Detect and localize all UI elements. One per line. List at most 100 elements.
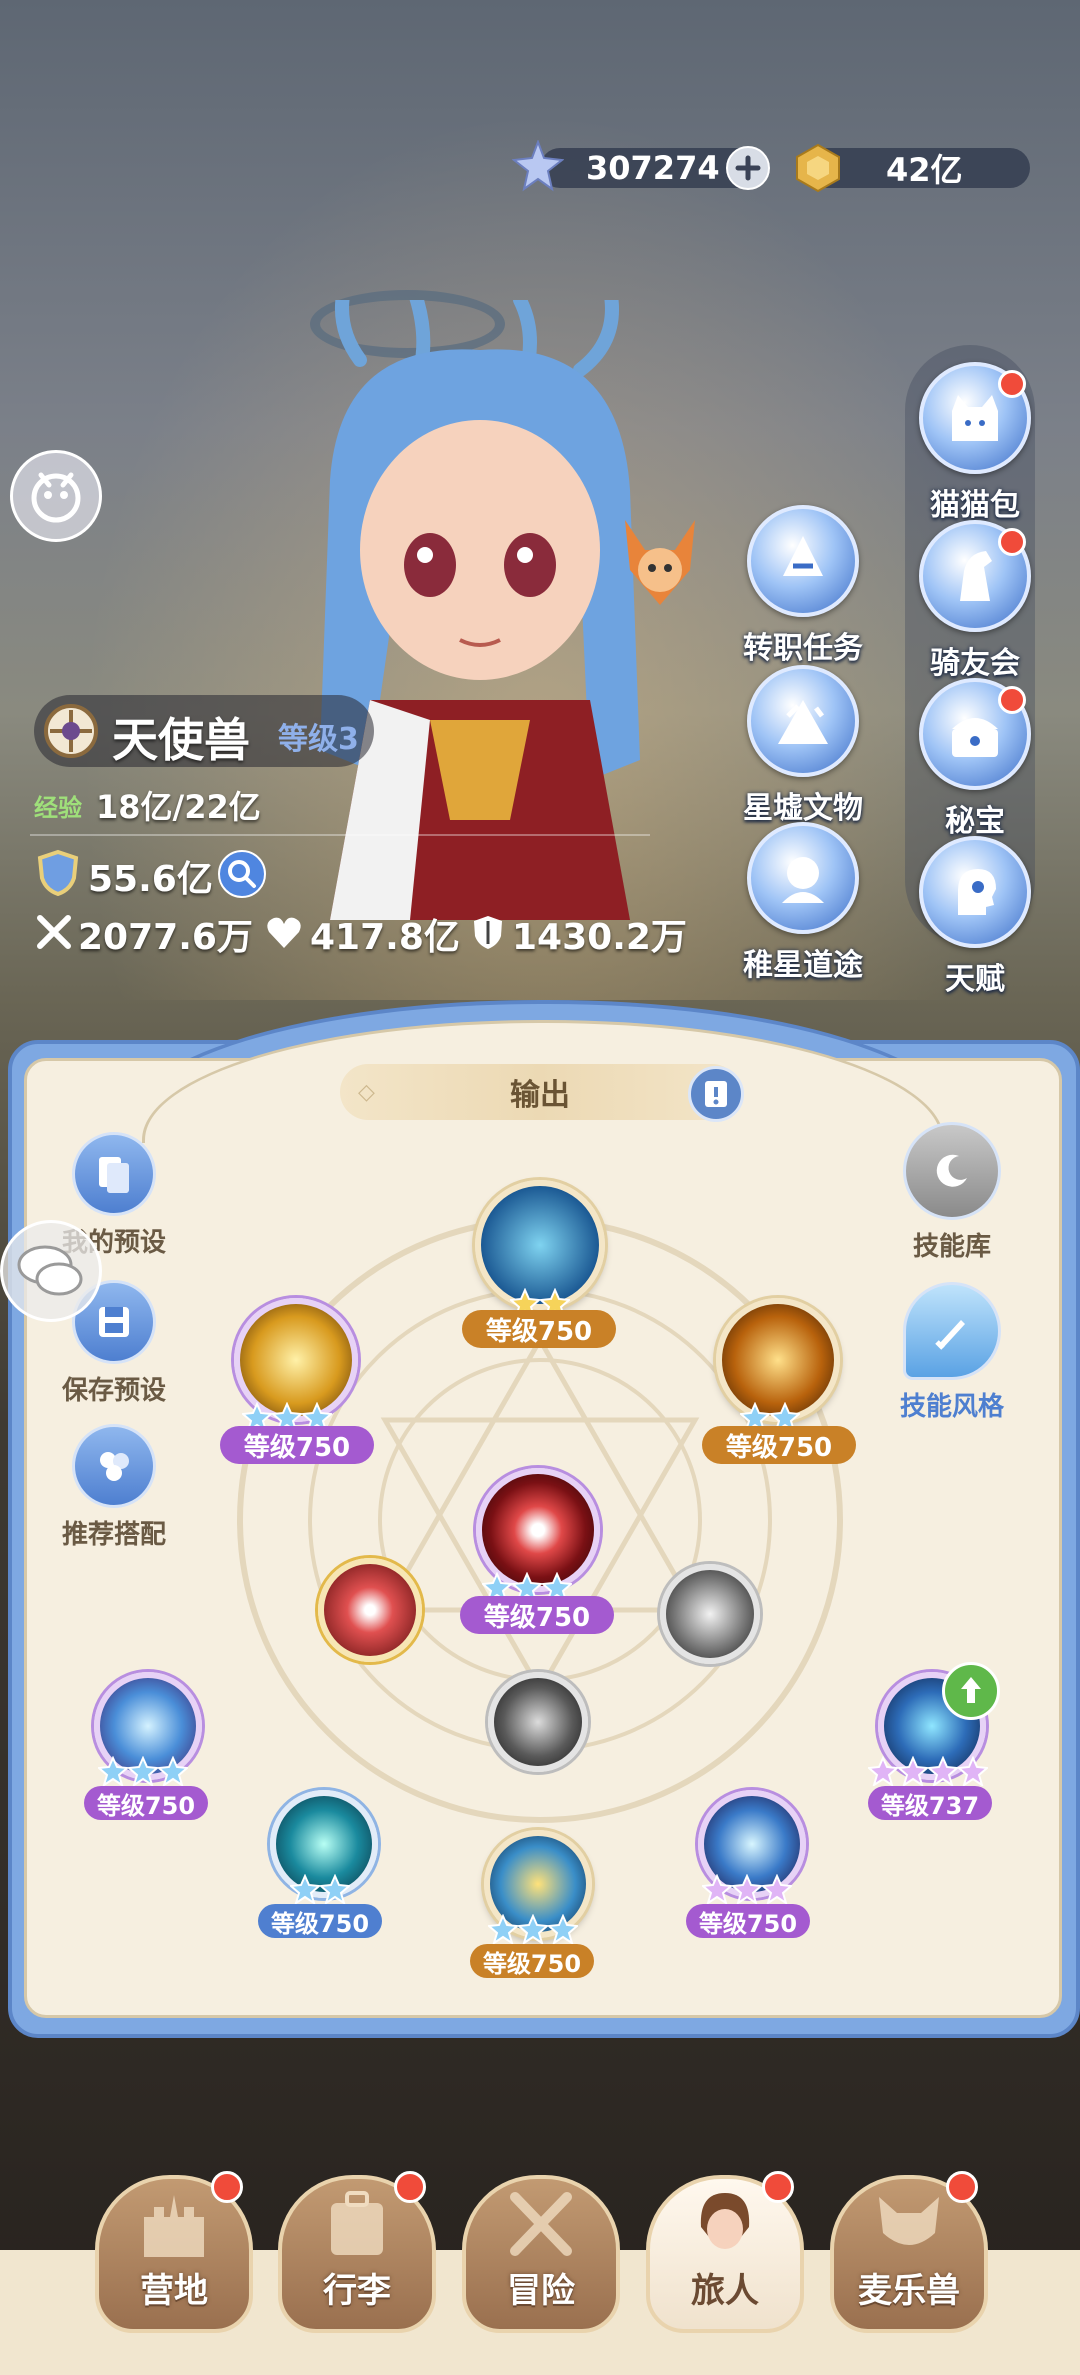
skill-stars-far-left (98, 1756, 188, 1786)
ally-icon (31, 472, 81, 523)
nav-adventure[interactable]: 冒险 (462, 2175, 620, 2333)
output-tab-label: 输出 (510, 1078, 570, 1113)
treasure-button[interactable]: 秘宝 (900, 678, 1050, 840)
nav-traveler-badge (762, 2171, 794, 2203)
tab-info-button[interactable] (688, 1066, 744, 1122)
skill-slot-far-right[interactable]: 等级737 (868, 1662, 1002, 1820)
defense-value: 1430.2万 (512, 917, 687, 958)
nav-pet[interactable]: 麦乐兽 (830, 2171, 988, 2333)
job-change-quest-button[interactable]: 转职任务 (728, 505, 878, 667)
castle-icon (144, 2195, 204, 2257)
star-icon (98, 1756, 128, 1786)
talent-head-icon (919, 836, 1031, 948)
nav-camp[interactable]: 营地 (95, 2171, 253, 2333)
cat-bag-badge (998, 370, 1026, 398)
skill-stars-lower-left (290, 1874, 350, 1904)
preset-icon (72, 1132, 156, 1216)
luggage-icon (331, 2191, 383, 2255)
pet-companion[interactable] (615, 510, 705, 620)
power-shield-icon (34, 848, 82, 897)
skill-slot-lower-left[interactable]: 等级750 (258, 1790, 392, 1938)
nav-pet-label: 麦乐兽 (858, 2271, 960, 2311)
star-path-button[interactable]: 稚星道途 (728, 822, 878, 984)
star-ruins-relic-button[interactable]: 星墟文物 (728, 665, 878, 827)
star-icon (320, 1874, 350, 1904)
skill-panel: ◇ 输出 我的预设 保存预设 推荐搭配 技能库 技能风格 等级750 等级750… (0, 1000, 1080, 2040)
chat-icon (17, 1245, 83, 1296)
rider-club-button[interactable]: 骑友会 (900, 520, 1050, 682)
skill-style-label: 技能风格 (899, 1392, 1004, 1422)
add-star-button[interactable] (726, 146, 770, 190)
upgrade-available-icon[interactable] (942, 1662, 1000, 1720)
skill-stars-bottom (488, 1914, 578, 1944)
exp-value: 18亿/22亿 (96, 788, 261, 826)
skill-level-upper-left: 等级750 (220, 1426, 374, 1464)
skill-style-button[interactable]: 技能风格 (882, 1282, 1022, 1423)
nav-adventure-label: 冒险 (507, 2271, 575, 2311)
star-icon (732, 1874, 762, 1904)
skill-level-far-right: 等级737 (868, 1786, 992, 1820)
skill-orb-left-small (318, 1558, 422, 1662)
job-change-label: 转职任务 (743, 631, 863, 666)
skill-slot-lower-right[interactable]: 等级750 (686, 1790, 820, 1938)
rider-club-badge (998, 528, 1026, 556)
path-icon (747, 822, 859, 934)
skill-slot-bottom-small[interactable] (488, 1672, 588, 1772)
relic-label: 星墟文物 (743, 791, 863, 826)
skill-library-icon (903, 1122, 1001, 1220)
diamond-deco-icon: ◇ (358, 1079, 375, 1105)
recommend-build-label: 推荐搭配 (61, 1520, 166, 1550)
gold-currency-value: 42亿 (886, 151, 963, 189)
skill-slot-center[interactable]: 等级750 (460, 1468, 614, 1634)
pet-icon (879, 2197, 939, 2245)
skill-level-lower-left: 等级750 (258, 1904, 382, 1938)
nav-camp-badge (211, 2171, 243, 2203)
exp-divider (30, 834, 650, 836)
skill-library-button[interactable]: 技能库 (882, 1122, 1022, 1263)
cat-bag-label: 猫猫包 (930, 488, 1020, 523)
treasure-badge (998, 686, 1026, 714)
power-detail-button[interactable] (218, 850, 266, 898)
cat-bag-button[interactable]: 猫猫包 (900, 362, 1050, 524)
nav-traveler-label: 旅人 (691, 2271, 759, 2311)
info-book-icon (705, 1081, 727, 1107)
class-emblem-icon (42, 702, 100, 760)
combat-power-value: 55.6亿 (88, 859, 213, 900)
recommend-icon (72, 1424, 156, 1508)
nav-luggage[interactable]: 行李 (278, 2171, 436, 2333)
nav-luggage-label: 行李 (323, 2271, 391, 2311)
star-icon (928, 1756, 958, 1786)
skill-level-upper-right: 等级750 (702, 1426, 856, 1464)
skill-slot-upper-right[interactable]: 等级750 (702, 1298, 856, 1464)
nav-traveler[interactable]: 旅人 (646, 2171, 804, 2333)
ally-portrait-button[interactable] (10, 450, 102, 542)
exp-tag: 经验 (34, 794, 82, 822)
skill-slot-far-left[interactable]: 等级750 (84, 1672, 218, 1820)
path-label: 稚星道途 (743, 948, 863, 983)
skill-orb-right-small (660, 1564, 760, 1664)
treasure-label: 秘宝 (945, 804, 1005, 839)
recommend-build-button[interactable]: 推荐搭配 (44, 1424, 184, 1551)
skill-library-label: 技能库 (912, 1232, 991, 1262)
skill-stars-lower-right (702, 1874, 792, 1904)
skill-slot-right-small[interactable] (660, 1564, 760, 1664)
skill-level-bottom: 等级750 (470, 1944, 594, 1978)
attack-swords-icon (34, 912, 74, 952)
chat-bubble-button[interactable] (0, 1220, 102, 1322)
rider-club-label: 骑友会 (930, 646, 1020, 681)
star-currency-value: 307274 (586, 149, 720, 187)
skill-slot-left-small[interactable] (318, 1558, 422, 1662)
skill-slot-bottom[interactable]: 等级750 (470, 1830, 606, 1978)
skill-style-icon (903, 1282, 1001, 1380)
skill-level-center: 等级750 (460, 1596, 614, 1634)
crossed-swords-icon (510, 2192, 572, 2256)
save-preset-label: 保存预设 (61, 1376, 166, 1406)
talent-button[interactable]: 天赋 (900, 836, 1050, 998)
skill-level-lower-right: 等级750 (686, 1904, 810, 1938)
skill-slot-top[interactable]: 等级750 (462, 1180, 616, 1348)
relic-icon (747, 665, 859, 777)
output-tab[interactable]: ◇ 输出 (340, 1064, 740, 1120)
skill-slot-upper-left[interactable]: 等级750 (220, 1298, 374, 1464)
attack-value: 2077.6万 (78, 917, 253, 958)
star-icon (488, 1914, 518, 1944)
